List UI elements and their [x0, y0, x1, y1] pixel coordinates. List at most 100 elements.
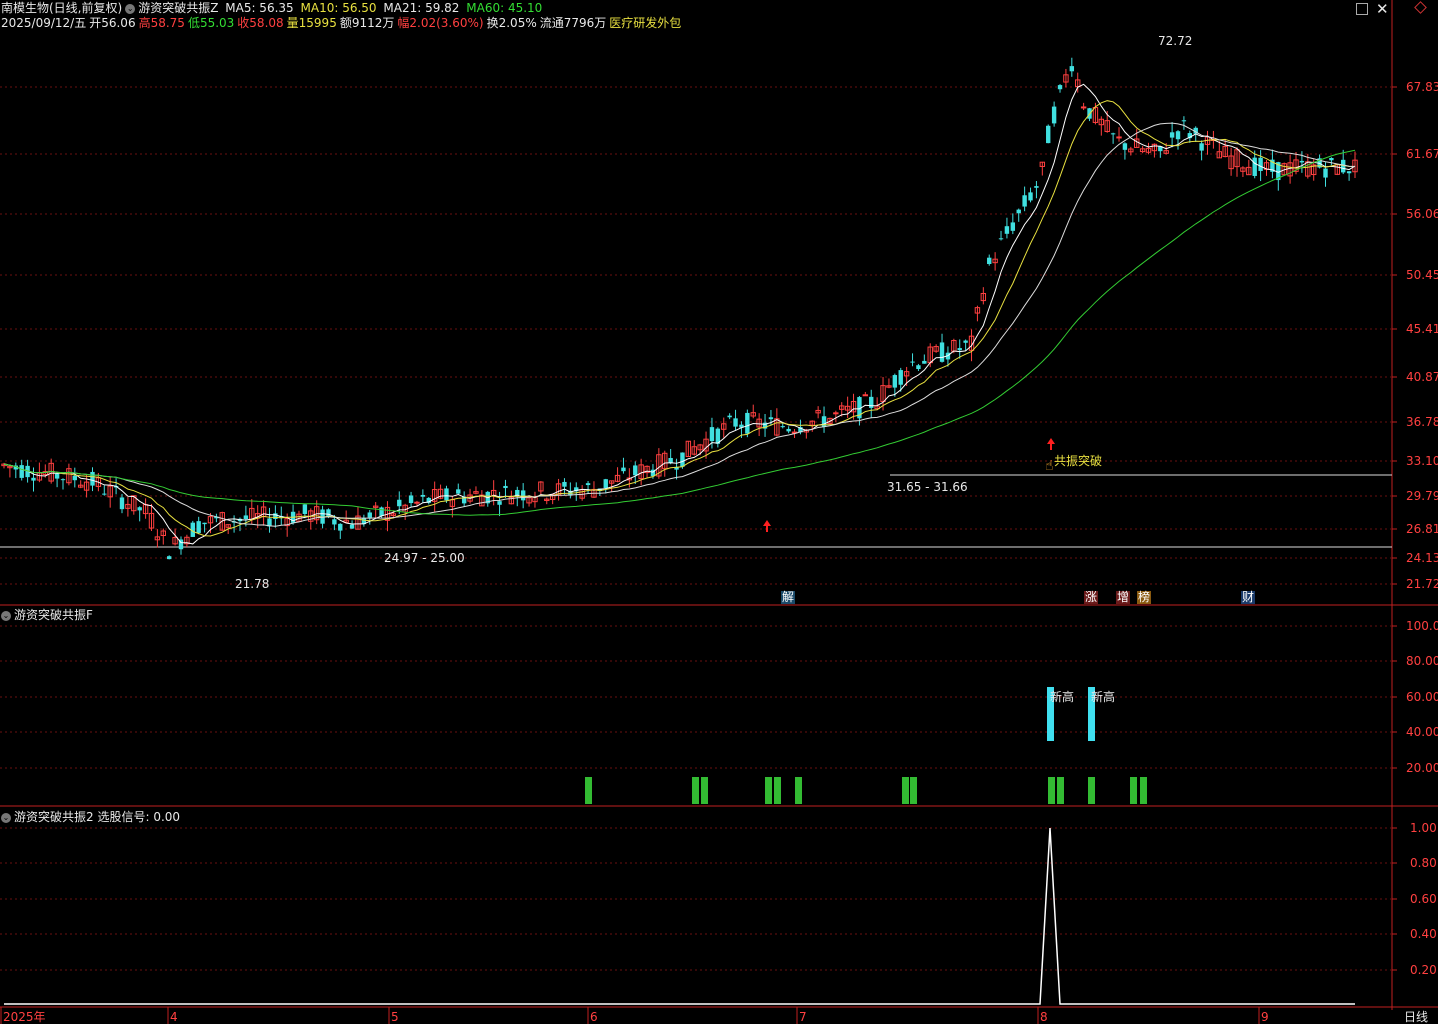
- event-tag-finance[interactable]: 财: [1241, 591, 1256, 604]
- candle-body: [456, 489, 461, 494]
- candlestick: [1069, 57, 1075, 77]
- candlestick: [721, 417, 727, 438]
- candle-body: [137, 507, 142, 511]
- signal-bar: [910, 777, 917, 804]
- candlestick: [431, 481, 438, 512]
- period-label[interactable]: 日线: [1404, 1010, 1428, 1024]
- candle-body: [768, 417, 774, 420]
- candlestick: [131, 495, 137, 515]
- candle-body: [1051, 106, 1057, 124]
- candlestick: [1139, 146, 1146, 154]
- candle-body: [119, 497, 125, 510]
- candlestick: [1063, 68, 1069, 88]
- y-tick-label: 0.60: [1410, 892, 1437, 906]
- candle-body: [869, 396, 874, 408]
- candle-body: [998, 238, 1004, 240]
- candle-body: [1175, 131, 1181, 140]
- candle-body: [745, 412, 750, 434]
- candlestick: [815, 406, 821, 419]
- candlestick: [485, 490, 490, 507]
- candlestick: [927, 343, 933, 368]
- candlestick: [1110, 132, 1116, 144]
- candlestick: [72, 467, 77, 488]
- candlestick: [1204, 130, 1211, 155]
- candle-body: [414, 501, 420, 504]
- candlestick: [862, 391, 869, 397]
- candle-body: [420, 494, 426, 497]
- candlestick: [372, 502, 379, 518]
- candlestick: [614, 467, 621, 483]
- buy-arrow-icon: [1047, 438, 1055, 450]
- candlestick: [1039, 161, 1046, 176]
- chevron-down-icon[interactable]: ⌄: [1, 812, 11, 823]
- candlestick: [408, 491, 414, 507]
- candlestick: [998, 230, 1004, 241]
- candlestick: [190, 520, 195, 537]
- y-tick-label: 45.41: [1406, 322, 1438, 336]
- y-tick-label: 60.00: [1406, 690, 1438, 704]
- candlestick: [1034, 180, 1039, 199]
- candlestick: [562, 478, 567, 495]
- panel3-title[interactable]: ⌄ 游资突破共振2 选股信号: 0.00: [1, 810, 180, 824]
- candlestick: [479, 490, 485, 507]
- event-tag-rank[interactable]: 榜: [1137, 591, 1152, 604]
- candlestick: [1228, 147, 1234, 176]
- candlestick: [1329, 157, 1334, 166]
- candlestick: [750, 404, 756, 419]
- y-tick-label: 33.10: [1406, 454, 1438, 468]
- candle-body: [1057, 85, 1063, 90]
- candlestick: [1352, 151, 1358, 178]
- signal-bar: [701, 777, 708, 804]
- candle-body: [1080, 106, 1087, 109]
- y-tick-label: 29.79: [1406, 489, 1438, 503]
- candlestick: [31, 467, 36, 492]
- candle-body: [1046, 125, 1051, 144]
- y-tick-label: 36.78: [1406, 415, 1438, 429]
- candle-body: [379, 507, 384, 516]
- candlestick: [456, 483, 461, 495]
- candle-body: [102, 493, 107, 495]
- candle-body: [54, 473, 60, 479]
- candlestick: [1175, 130, 1181, 150]
- y-tick-label: 61.67: [1406, 147, 1438, 161]
- candlestick: [83, 474, 90, 498]
- candlestick: [178, 536, 184, 555]
- candlestick: [1016, 208, 1021, 222]
- signal-bar: [1140, 777, 1147, 804]
- candlestick: [290, 504, 296, 525]
- candlestick: [821, 406, 827, 433]
- candle-body: [1329, 157, 1334, 161]
- candle-body: [31, 477, 36, 481]
- candlestick: [508, 490, 515, 505]
- candle-body: [338, 523, 343, 531]
- candlestick: [102, 485, 107, 496]
- y-tick-label: 50.45: [1406, 268, 1438, 282]
- candlestick: [503, 479, 508, 498]
- event-tag-unlock[interactable]: 解: [781, 591, 796, 604]
- x-axis-label: 2025年: [3, 1010, 46, 1024]
- kline-chart[interactable]: [0, 0, 1438, 1024]
- candlestick: [202, 522, 207, 533]
- y-tick-label: 67.83: [1406, 80, 1438, 94]
- event-tag-increase[interactable]: 增: [1116, 591, 1131, 604]
- signal-bar: [765, 777, 772, 804]
- candlestick: [980, 287, 987, 305]
- candlestick: [1116, 127, 1122, 142]
- candle-body: [1122, 143, 1128, 150]
- candlestick: [1346, 171, 1352, 181]
- signal-bar: [585, 777, 592, 804]
- candle-body: [709, 427, 715, 442]
- candlestick: [473, 486, 479, 495]
- candle-body: [621, 467, 626, 472]
- candle-body: [892, 375, 898, 388]
- candlestick: [987, 254, 992, 266]
- candlestick: [603, 478, 608, 494]
- candlestick: [490, 480, 497, 506]
- candle-body: [1110, 133, 1116, 135]
- new-high-label: 新高: [1091, 690, 1116, 704]
- panel2-title[interactable]: ⌄ 游资突破共振F: [1, 608, 93, 622]
- signal-bar: [1088, 777, 1095, 804]
- event-tag-limit-up[interactable]: 涨: [1084, 591, 1099, 604]
- chevron-down-icon[interactable]: ⌄: [1, 610, 11, 621]
- candle-body: [1252, 157, 1257, 176]
